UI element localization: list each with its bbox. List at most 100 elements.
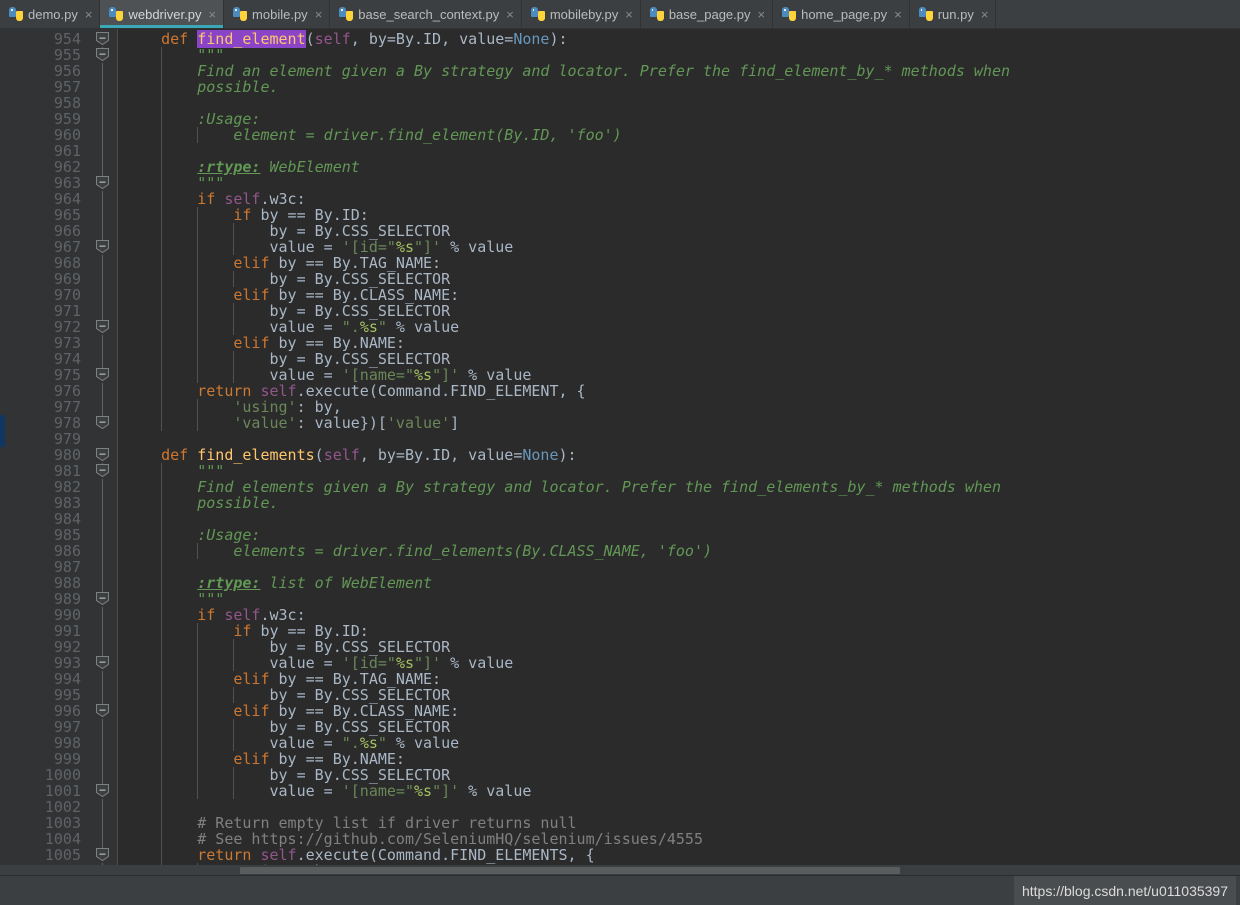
close-icon[interactable]: ×: [208, 8, 216, 21]
code-line[interactable]: def find_elements(self, by=By.ID, value=…: [118, 447, 1240, 463]
fold-collapse-icon[interactable]: [95, 783, 110, 798]
code-line[interactable]: by = By.CSS_SELECTOR: [118, 303, 1240, 319]
code-line[interactable]: :rtype: list of WebElement: [118, 575, 1240, 591]
code-line[interactable]: """: [118, 47, 1240, 63]
code-line[interactable]: by = By.CSS_SELECTOR: [118, 767, 1240, 783]
close-icon[interactable]: ×: [894, 8, 902, 21]
line-number: 956: [53, 62, 81, 80]
code-line[interactable]: :Usage:: [118, 111, 1240, 127]
code-folding-gutter[interactable]: [89, 29, 129, 875]
indent-guide: [161, 495, 163, 511]
editor-tab-home_page-py[interactable]: home_page.py ×: [773, 0, 910, 28]
code-line[interactable]: """: [118, 175, 1240, 191]
code-line[interactable]: by = By.CSS_SELECTOR: [118, 223, 1240, 239]
code-line[interactable]: value = ".%s" % value: [118, 735, 1240, 751]
code-token: "]': [432, 782, 460, 800]
line-number: 955: [53, 46, 81, 64]
code-line[interactable]: Find an element given a By strategy and …: [118, 63, 1240, 79]
fold-collapse-icon[interactable]: [95, 415, 110, 430]
indent-guide: [197, 767, 199, 783]
code-line[interactable]: 'value': value})['value']: [118, 415, 1240, 431]
close-icon[interactable]: ×: [315, 8, 323, 21]
indent-guide: [161, 207, 163, 223]
horizontal-scrollbar[interactable]: [0, 865, 1240, 875]
code-line[interactable]: by = By.CSS_SELECTOR: [118, 687, 1240, 703]
code-line[interactable]: if self.w3c:: [118, 607, 1240, 623]
line-number: 973: [53, 334, 81, 352]
code-line[interactable]: # Return empty list if driver returns nu…: [118, 815, 1240, 831]
code-line[interactable]: [118, 559, 1240, 575]
fold-collapse-icon[interactable]: [95, 47, 110, 62]
code-line[interactable]: value = '[id="%s"]' % value: [118, 239, 1240, 255]
code-line[interactable]: value = '[name="%s"]' % value: [118, 783, 1240, 799]
code-line[interactable]: def find_element(self, by=By.ID, value=N…: [118, 30, 1240, 48]
close-icon[interactable]: ×: [758, 8, 766, 21]
code-line[interactable]: elif by == By.TAG_NAME:: [118, 255, 1240, 271]
editor-pane: 954 955 956 957 958 959 960 961 962 963 964 965 966 9…: [0, 29, 1240, 875]
fold-collapse-icon[interactable]: [95, 463, 110, 478]
fold-collapse-icon[interactable]: [95, 367, 110, 382]
code-line[interactable]: by = By.CSS_SELECTOR: [118, 271, 1240, 287]
code-line[interactable]: possible.: [118, 79, 1240, 95]
indent-guide: [197, 255, 199, 271]
code-line[interactable]: elif by == By.CLASS_NAME:: [118, 703, 1240, 719]
indent-guide: [197, 639, 199, 655]
fold-collapse-icon[interactable]: [95, 31, 110, 46]
code-line[interactable]: if by == By.ID:: [118, 623, 1240, 639]
code-token: elements = driver.find_elements(By.CLASS…: [233, 542, 713, 560]
code-line[interactable]: [118, 95, 1240, 111]
fold-collapse-icon[interactable]: [95, 239, 110, 254]
editor-tab-run-py[interactable]: run.py ×: [909, 0, 997, 28]
fold-collapse-icon[interactable]: [95, 655, 110, 670]
fold-collapse-icon[interactable]: [95, 319, 110, 334]
editor-tab-demo-py[interactable]: demo.py ×: [0, 0, 101, 28]
code-line[interactable]: element = driver.find_element(By.ID, 'fo…: [118, 127, 1240, 143]
indent-guide: [161, 703, 163, 719]
fold-collapse-icon[interactable]: [95, 591, 110, 606]
code-line[interactable]: if by == By.ID:: [118, 207, 1240, 223]
code-line[interactable]: return self.execute(Command.FIND_ELEMENT…: [118, 847, 1240, 863]
fold-collapse-icon[interactable]: [95, 175, 110, 190]
code-text-area[interactable]: def find_element(self, by=By.ID, value=N…: [118, 29, 1240, 875]
fold-collapse-icon[interactable]: [95, 847, 110, 862]
code-line[interactable]: [118, 143, 1240, 159]
code-line[interactable]: elif by == By.CLASS_NAME:: [118, 287, 1240, 303]
close-icon[interactable]: ×: [506, 8, 514, 21]
code-line[interactable]: # See https://github.com/SeleniumHQ/sele…: [118, 831, 1240, 847]
close-icon[interactable]: ×: [625, 8, 633, 21]
code-line[interactable]: Find elements given a By strategy and lo…: [118, 479, 1240, 495]
code-line[interactable]: [118, 431, 1240, 447]
code-line[interactable]: [118, 511, 1240, 527]
close-icon[interactable]: ×: [85, 8, 93, 21]
horizontal-scrollbar-thumb[interactable]: [240, 867, 900, 874]
code-line[interactable]: elif by == By.NAME:: [118, 335, 1240, 351]
editor-tab-base_search_context-py[interactable]: base_search_context.py ×: [330, 0, 522, 28]
fold-collapse-icon[interactable]: [95, 447, 110, 462]
code-line[interactable]: if self.w3c:: [118, 191, 1240, 207]
code-line[interactable]: possible.: [118, 495, 1240, 511]
code-line[interactable]: elif by == By.NAME:: [118, 751, 1240, 767]
code-line[interactable]: by = By.CSS_SELECTOR: [118, 351, 1240, 367]
editor-tab-base_page-py[interactable]: base_page.py ×: [640, 0, 774, 28]
code-line[interactable]: """: [118, 591, 1240, 607]
code-line[interactable]: by = By.CSS_SELECTOR: [118, 719, 1240, 735]
code-line[interactable]: value = '[name="%s"]' % value: [118, 367, 1240, 383]
code-line[interactable]: :Usage:: [118, 527, 1240, 543]
code-line[interactable]: value = ".%s" % value: [118, 319, 1240, 335]
editor-tab-mobileby-py[interactable]: mobileby.py ×: [521, 0, 641, 28]
fold-collapse-icon[interactable]: [95, 703, 110, 718]
code-line[interactable]: value = '[id="%s"]' % value: [118, 655, 1240, 671]
code-line[interactable]: 'using': by,: [118, 399, 1240, 415]
editor-tab-webdriver-py[interactable]: webdriver.py ×: [100, 0, 225, 28]
code-line[interactable]: elif by == By.TAG_NAME:: [118, 671, 1240, 687]
code-line[interactable]: elements = driver.find_elements(By.CLASS…: [118, 543, 1240, 559]
code-line[interactable]: [118, 799, 1240, 815]
code-line[interactable]: """: [118, 463, 1240, 479]
code-token: element = driver.find_element(By.ID, 'fo…: [233, 126, 622, 144]
indent-guide: [161, 639, 163, 655]
close-icon[interactable]: ×: [981, 8, 989, 21]
code-line[interactable]: return self.execute(Command.FIND_ELEMENT…: [118, 383, 1240, 399]
code-line[interactable]: by = By.CSS_SELECTOR: [118, 639, 1240, 655]
code-line[interactable]: :rtype: WebElement: [118, 159, 1240, 175]
editor-tab-mobile-py[interactable]: mobile.py ×: [224, 0, 331, 28]
